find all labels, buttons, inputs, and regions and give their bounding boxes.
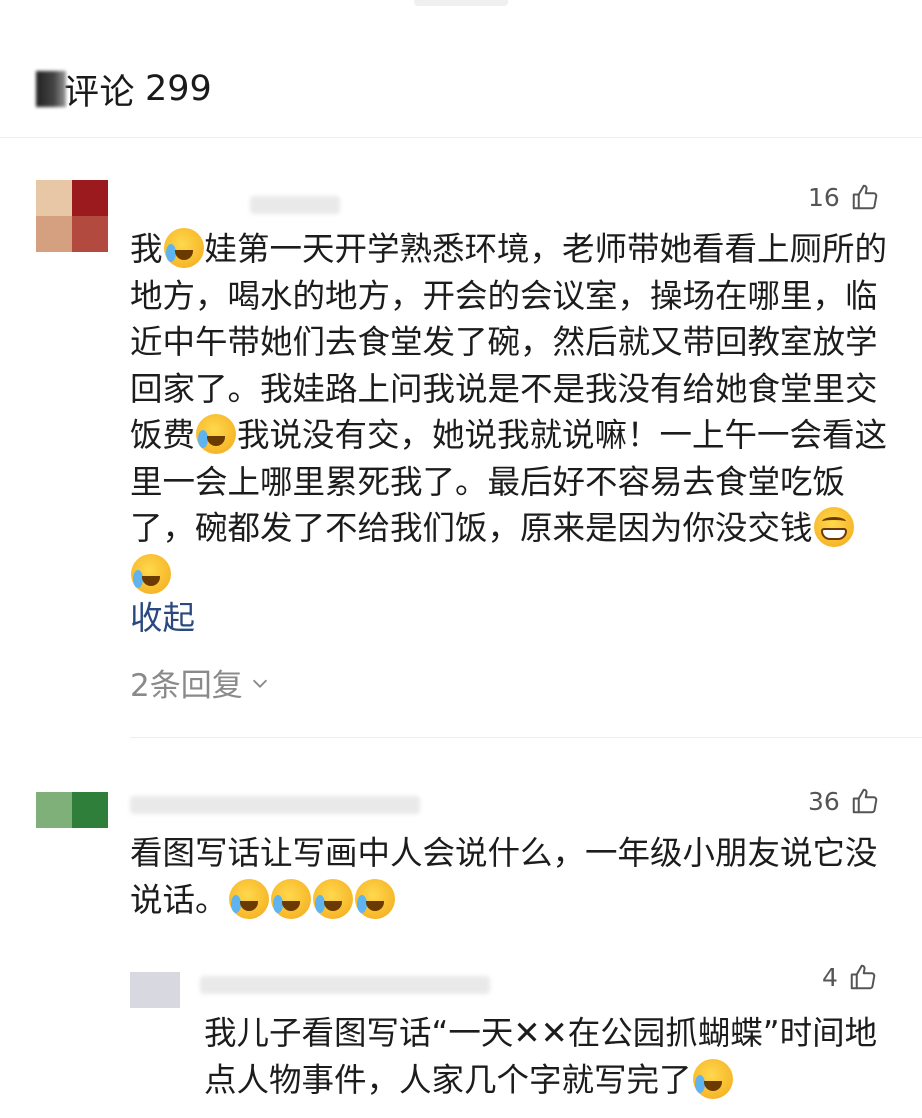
thumbs-up-icon (852, 788, 878, 814)
crying-laughing-emoji-icon (228, 878, 269, 919)
chevron-down-icon (252, 679, 267, 688)
crying-laughing-emoji-icon (354, 878, 395, 919)
view-replies-button[interactable]: 2条回复 (130, 660, 271, 705)
comment-body: 我娃第一天开学熟悉环境，老师带她看看上厕所的地方，喝水的地方，开会的会议室，操场… (130, 226, 890, 598)
crying-laughing-emoji-icon (692, 1058, 733, 1099)
comments-header: 评论 299 (36, 64, 212, 114)
like-count: 16 (808, 182, 840, 212)
blurred-username (200, 976, 490, 994)
comment-text-part: 我说没有交，她说我就说嘛！一上午一会看这里一会上哪里累死我了。最后好不容易去食堂… (130, 416, 888, 547)
thumbs-up-icon (852, 184, 878, 210)
comment-body: 看图写话让写画中人会说什么，一年级小朋友说它没说话。 (130, 830, 890, 923)
avatar[interactable] (130, 972, 180, 1008)
blurred-mark (36, 71, 66, 107)
like-count: 36 (808, 786, 840, 816)
like-button[interactable]: 4 (822, 962, 878, 992)
replies-label: 2条回复 (130, 668, 243, 704)
like-button[interactable]: 36 (808, 786, 880, 816)
thumbs-up-icon (850, 964, 876, 990)
crying-laughing-emoji-icon (131, 553, 171, 594)
blurred-username (250, 196, 340, 214)
grinning-emoji-icon (813, 507, 854, 547)
blurred-username (130, 796, 420, 814)
collapse-link[interactable]: 收起 (130, 592, 195, 639)
crying-laughing-emoji-icon (270, 878, 311, 919)
reply-body: 我儿子看图写话“一天✕✕在公园抓蝴蝶”时间地点人物事件，人家几个字就写完了 (204, 1010, 894, 1103)
avatar[interactable] (36, 180, 108, 252)
header-divider (0, 137, 922, 138)
comments-title: 评论 (64, 72, 136, 113)
reply-text: 我儿子看图写话“一天✕✕在公园抓蝴蝶”时间地点人物事件，人家几个字就写完了 (204, 1014, 878, 1099)
comment-text-part: 我 (130, 230, 163, 268)
crying-laughing-emoji-icon (163, 228, 204, 268)
like-count: 4 (822, 962, 838, 992)
avatar[interactable] (36, 792, 108, 828)
comment-divider (130, 737, 922, 738)
crying-laughing-emoji-icon (312, 878, 353, 919)
crying-laughing-emoji-icon (196, 414, 237, 454)
sheet-drag-handle[interactable] (414, 0, 508, 6)
comments-count: 299 (145, 69, 212, 109)
like-button[interactable]: 16 (808, 182, 880, 212)
